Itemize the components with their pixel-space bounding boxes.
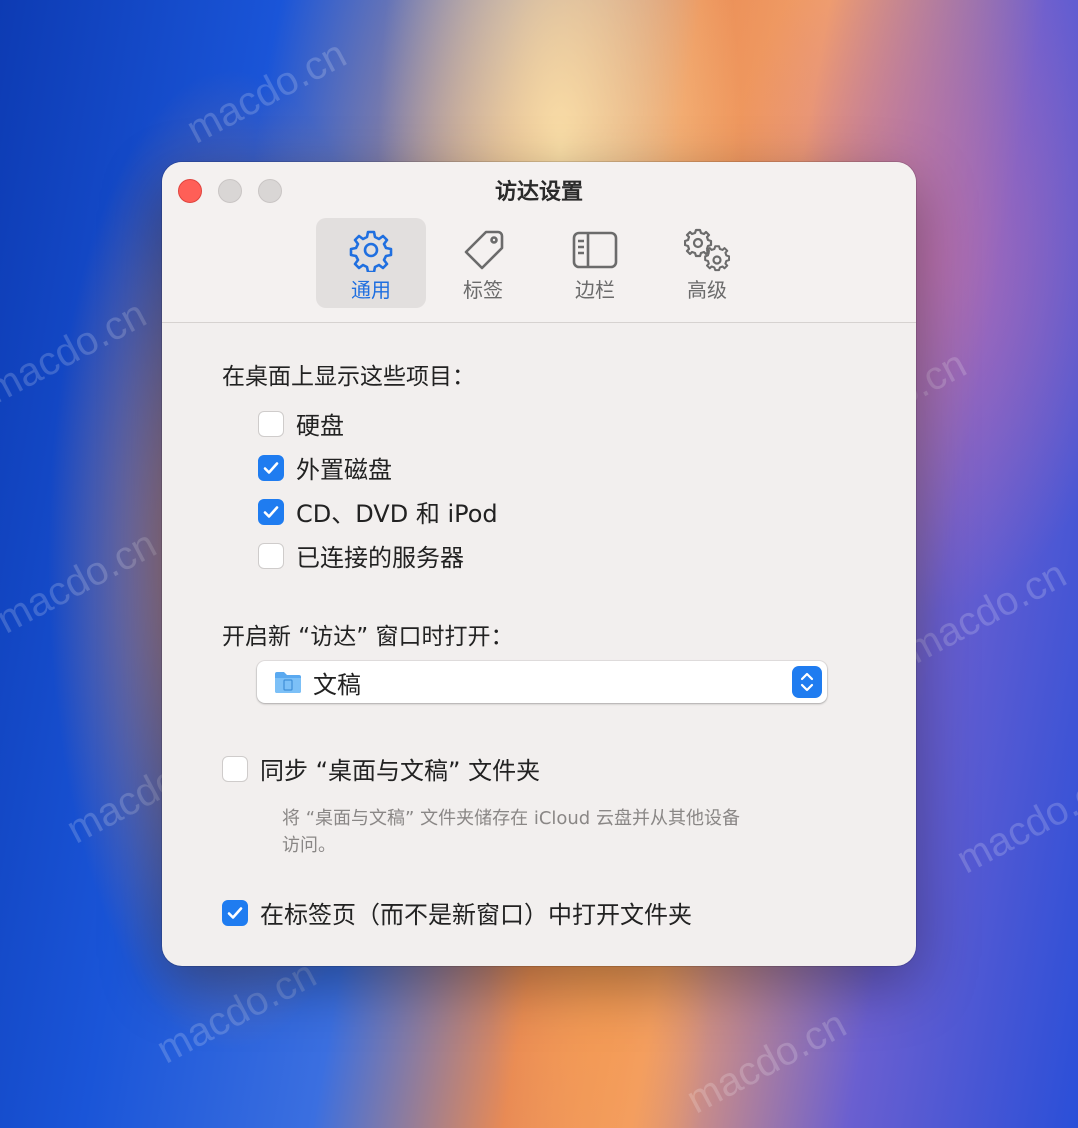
checkbox-external-disks[interactable]: 外置磁盘 xyxy=(258,450,392,485)
watermark: macdo.cn xyxy=(0,291,154,413)
sidebar-icon xyxy=(572,231,618,269)
desktop-items-heading: 在桌面上显示这些项目： xyxy=(222,364,475,390)
checkbox[interactable] xyxy=(258,410,284,437)
new-window-popup[interactable]: 文稿 xyxy=(257,661,827,703)
tab-label: 标签 xyxy=(463,278,503,302)
tab-advanced[interactable]: 高级 xyxy=(652,218,762,308)
popup-stepper[interactable] xyxy=(792,666,822,698)
sync-note: 将 “桌面与文稿” 文件夹储存在 iCloud 云盘并从其他设备访问。 xyxy=(282,808,740,856)
tag-icon xyxy=(464,230,504,270)
checkbox[interactable] xyxy=(222,899,248,926)
checkbox[interactable] xyxy=(258,454,284,481)
tab-label: 高级 xyxy=(687,278,727,302)
checkbox[interactable] xyxy=(258,542,284,569)
watermark: macdo.cn xyxy=(949,761,1078,883)
tab-label: 边栏 xyxy=(575,278,615,302)
gear-icon xyxy=(349,230,393,272)
checkbox-label: CD、DVD 和 iPod xyxy=(296,500,498,528)
checkbox-cds-dvds-ipods[interactable]: CD、DVD 和 iPod xyxy=(258,494,498,529)
new-window-heading: 开启新 “访达” 窗口时打开： xyxy=(222,624,514,650)
checkbox[interactable] xyxy=(258,498,284,525)
tab-label: 通用 xyxy=(351,278,391,302)
finder-settings-window: 访达设置 通用 标签 边栏 高级 在桌面上显示这些项目： 硬盘 外置磁盘 CD、… xyxy=(162,162,916,966)
watermark: macdo.cn xyxy=(0,521,164,643)
checkmark-icon xyxy=(227,906,243,919)
watermark: macdo.cn xyxy=(899,551,1074,673)
desktop-background: macdo.cn macdo.cn macdo.cn macdo.cn macd… xyxy=(0,0,1078,1128)
checkbox-hard-disks[interactable]: 硬盘 xyxy=(258,406,344,441)
folder-icon xyxy=(275,672,301,693)
checkbox-label: 外置磁盘 xyxy=(296,456,392,484)
checkbox-label: 在标签页（而不是新窗口）中打开文件夹 xyxy=(260,901,692,929)
settings-tabs: 通用 标签 边栏 高级 xyxy=(316,218,762,308)
tab-sidebar[interactable]: 边栏 xyxy=(540,218,650,308)
popup-value: 文稿 xyxy=(313,670,361,699)
checkmark-icon xyxy=(263,505,279,518)
chevron-updown-icon xyxy=(800,672,814,692)
checkbox-connected-servers[interactable]: 已连接的服务器 xyxy=(258,538,464,573)
watermark: macdo.cn xyxy=(179,31,354,153)
checkbox-sync-desktop-documents[interactable]: 同步 “桌面与文稿” 文件夹 xyxy=(222,751,540,786)
checkmark-icon xyxy=(263,461,279,474)
checkbox[interactable] xyxy=(222,755,248,782)
window-title: 访达设置 xyxy=(494,180,583,205)
toolbar: 访达设置 通用 标签 边栏 高级 xyxy=(162,162,916,323)
gears-icon xyxy=(684,228,730,272)
tab-general[interactable]: 通用 xyxy=(316,218,426,308)
checkbox-label: 同步 “桌面与文稿” 文件夹 xyxy=(260,757,541,785)
checkbox-label: 已连接的服务器 xyxy=(296,544,464,572)
checkbox-open-in-tabs[interactable]: 在标签页（而不是新窗口）中打开文件夹 xyxy=(222,895,692,930)
watermark: macdo.cn xyxy=(149,951,324,1073)
checkbox-label: 硬盘 xyxy=(296,412,344,440)
watermark: macdo.cn xyxy=(679,1001,854,1123)
tab-tags[interactable]: 标签 xyxy=(428,218,538,308)
